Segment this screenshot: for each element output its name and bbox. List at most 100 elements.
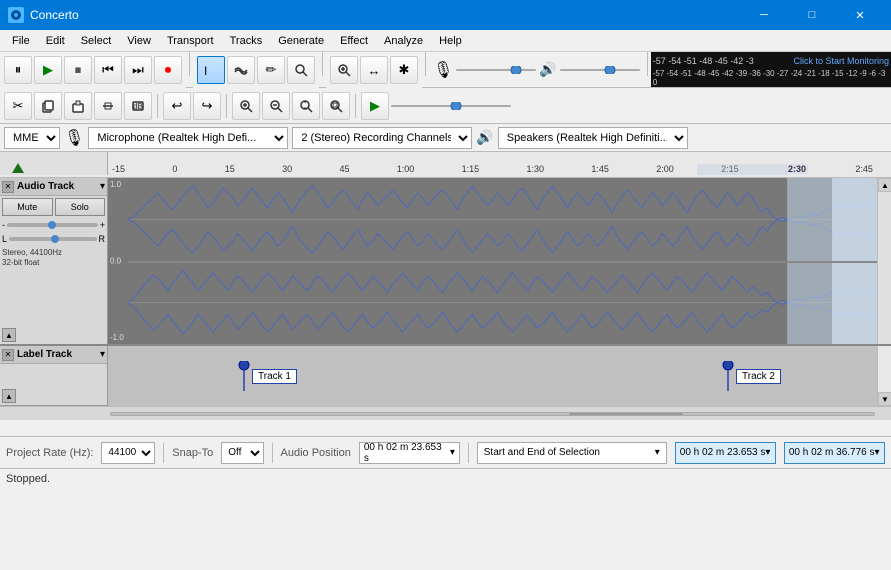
sel-mode-arrow: ▾ <box>655 447 660 458</box>
copy-button[interactable] <box>34 92 62 120</box>
close-button[interactable]: ✕ <box>837 0 883 30</box>
audio-position-field[interactable]: 00 h 02 m 23.653 s ▾ <box>359 442 460 464</box>
mute-solo-row: Mute Solo <box>2 198 105 216</box>
output-device-select[interactable]: Speakers (Realtek High Definiti... <box>498 127 688 149</box>
zoom-select-button[interactable] <box>322 92 350 120</box>
api-select[interactable]: MME <box>4 127 60 149</box>
project-rate-select[interactable]: 44100 <box>101 442 155 464</box>
selection-mode-dropdown[interactable]: Start and End of Selection ▾ <box>477 442 667 464</box>
svg-text:dB: dB <box>133 102 143 111</box>
tools-toolbar: I ✏ <box>193 52 319 88</box>
channels-select[interactable]: 2 (Stereo) Recording Channels <box>292 127 472 149</box>
zoom-fit-button[interactable] <box>292 92 320 120</box>
undo-button[interactable]: ↩ <box>163 92 191 120</box>
menu-select[interactable]: Select <box>73 33 120 49</box>
fit-btn[interactable]: ↔ <box>360 56 388 84</box>
stopped-text: Stopped. <box>6 473 50 485</box>
skip-start-button[interactable]: ⏮ <box>94 56 122 84</box>
sep4 <box>647 52 648 76</box>
snap-to-select[interactable]: Off <box>221 442 263 464</box>
menu-analyze[interactable]: Analyze <box>376 33 431 49</box>
hscroll-bar[interactable] <box>0 406 891 420</box>
pos-dropdown-arrow[interactable]: ▾ <box>448 447 455 458</box>
mic-slider[interactable] <box>456 66 536 74</box>
gain-thumb[interactable] <box>48 221 56 229</box>
audio-track-close[interactable]: ✕ <box>2 181 14 193</box>
zoom-in-button[interactable] <box>232 92 260 120</box>
pan-slider[interactable] <box>9 237 96 241</box>
paste-button[interactable] <box>64 92 92 120</box>
star-btn[interactable]: ✱ <box>390 56 418 84</box>
menu-transport[interactable]: Transport <box>159 33 222 49</box>
input-device-select[interactable]: Microphone (Realtek High Defi... <box>88 127 288 149</box>
vu-monitor-btn[interactable]: Click to Start Monitoring <box>758 56 889 66</box>
selection-end-field[interactable]: 00 h 02 m 36.776 s ▾ <box>784 442 885 464</box>
vu-scale2: -57 -54 -51 -48 -45 -42 -39 -36 -30 -27 … <box>653 69 889 87</box>
play-button[interactable]: ▶ <box>34 56 62 84</box>
vscroll-bottom-area: ▼ <box>877 346 891 406</box>
trim-button[interactable] <box>94 92 122 120</box>
sel-start-arrow[interactable]: ▾ <box>765 447 770 458</box>
menu-edit[interactable]: Edit <box>38 33 73 49</box>
label-track-control-body <box>0 364 107 387</box>
label-track-menu[interactable]: ▾ <box>100 349 105 360</box>
sep3 <box>425 52 426 76</box>
envelope-tool[interactable] <box>227 56 255 84</box>
zoom-tool[interactable] <box>287 56 315 84</box>
audio-track-header: ✕ Audio Track ▾ <box>0 178 107 196</box>
window-controls: ─ □ ✕ <box>741 0 883 30</box>
draw-tool[interactable]: ✏ <box>257 56 285 84</box>
hscroll-thumb[interactable] <box>569 413 683 415</box>
menu-view[interactable]: View <box>119 33 159 49</box>
vscroll-down-btn[interactable]: ▼ <box>878 392 891 406</box>
speed-slider[interactable] <box>391 102 511 110</box>
track2-pin <box>722 361 734 391</box>
mic-icon: 🎙 <box>433 60 453 80</box>
redo-button[interactable]: ↪ <box>193 92 221 120</box>
label-track-close[interactable]: ✕ <box>2 349 14 361</box>
vscroll-track <box>878 346 891 392</box>
menu-generate[interactable]: Generate <box>270 33 332 49</box>
mute-button[interactable]: Mute <box>2 198 53 216</box>
time-ruler[interactable]: -15 0 15 30 45 1:00 1:15 1:30 1:45 2:00 … <box>0 152 891 178</box>
vu-meter[interactable]: -57 -54 -51 -48 -45 -42 -3 Click to Star… <box>651 52 891 87</box>
menu-tracks[interactable]: Tracks <box>222 33 271 49</box>
pan-thumb[interactable] <box>51 235 59 243</box>
sel-end-arrow[interactable]: ▾ <box>875 447 880 458</box>
speaker-slider[interactable] <box>560 66 640 74</box>
silence-button[interactable]: dB <box>124 92 152 120</box>
collapse-button[interactable]: ▲ <box>2 328 16 342</box>
menu-file[interactable]: File <box>4 33 38 49</box>
zoom-out-button[interactable] <box>262 92 290 120</box>
window-title: Concerto <box>30 8 741 22</box>
track2-label: Track 2 <box>736 369 781 384</box>
selection-start-field[interactable]: 00 h 02 m 23.653 s ▾ <box>675 442 776 464</box>
minimize-button[interactable]: ─ <box>741 0 787 30</box>
maximize-button[interactable]: □ <box>789 0 835 30</box>
label-track-name: Label Track <box>14 349 100 360</box>
stop-button[interactable]: ⏹ <box>64 56 92 84</box>
solo-button[interactable]: Solo <box>55 198 106 216</box>
audio-track-menu[interactable]: ▾ <box>100 181 105 192</box>
vscroll-up-btn[interactable]: ▲ <box>878 178 891 192</box>
cut-button[interactable]: ✂ <box>4 92 32 120</box>
vu-label: -57 -54 -51 -48 -45 -42 -3 <box>653 56 754 66</box>
track-info: Stereo, 44100Hz 32-bit float <box>2 248 105 269</box>
sep6 <box>226 94 227 118</box>
skip-end-button[interactable]: ⏭ <box>124 56 152 84</box>
record-button[interactable]: ⏺ <box>154 56 182 84</box>
audio-track-name: Audio Track <box>14 181 100 192</box>
menu-effect[interactable]: Effect <box>332 33 376 49</box>
selection-tool[interactable]: I <box>197 56 225 84</box>
main-track-area: ✕ Audio Track ▾ Mute Solo - + L <box>0 178 891 436</box>
play-speed-button[interactable]: ▶ <box>361 92 389 120</box>
bottom-status-bar: Stopped. <box>0 468 891 488</box>
menu-help[interactable]: Help <box>431 33 470 49</box>
playhead-triangle <box>12 163 24 173</box>
status-bar: Project Rate (Hz): 44100 Snap-To Off Aud… <box>0 436 891 468</box>
label-collapse-btn[interactable]: ▲ <box>2 389 16 403</box>
gain-slider[interactable] <box>7 223 98 227</box>
zoom-in-tb[interactable] <box>330 56 358 84</box>
hscroll-track[interactable] <box>110 412 875 416</box>
pause-button[interactable]: ⏸ <box>4 56 32 84</box>
